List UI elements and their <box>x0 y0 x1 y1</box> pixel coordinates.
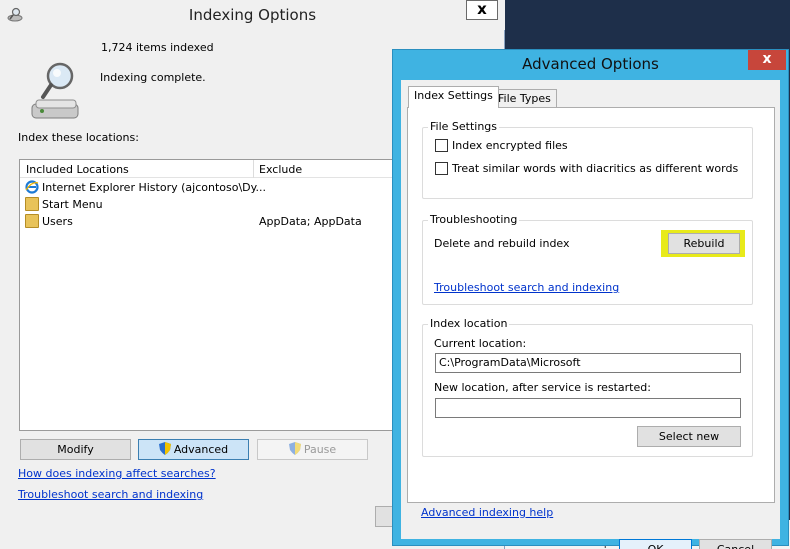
diacritics-label[interactable]: Treat similar words with diacritics as d… <box>452 162 738 175</box>
location-name: Users <box>42 215 73 228</box>
new-location-field[interactable] <box>435 398 741 418</box>
rebuild-button[interactable]: Rebuild <box>668 233 740 254</box>
tab-file-types[interactable]: File Types <box>492 89 557 109</box>
location-exclude: AppData; AppData <box>259 215 362 228</box>
location-name: Internet Explorer History (ajcontoso\Dy.… <box>42 181 267 194</box>
index-location-legend: Index location <box>428 317 510 330</box>
locations-list[interactable]: Included Locations Exclude Internet Expl… <box>19 159 420 431</box>
index-location-group: Index location Current location: C:\Prog… <box>422 317 753 457</box>
advanced-button-label: Advanced <box>173 443 229 456</box>
file-settings-group: File Settings Index encrypted files Trea… <box>422 120 753 199</box>
modify-button[interactable]: Modify <box>20 439 131 460</box>
current-location-label: Current location: <box>434 337 527 350</box>
dialog-title: Advanced Options <box>522 55 659 73</box>
diacritics-checkbox[interactable] <box>435 162 448 175</box>
indexing-drive-icon <box>31 62 79 119</box>
location-name: Start Menu <box>42 198 103 211</box>
how-indexing-affects-link[interactable]: How does indexing affect searches? <box>18 467 216 480</box>
index-encrypted-label[interactable]: Index encrypted files <box>452 139 568 152</box>
new-location-label: New location, after service is restarted… <box>434 381 651 394</box>
cancel-button[interactable]: Cancel <box>699 539 772 549</box>
tab-index-settings[interactable]: Index Settings <box>408 86 499 108</box>
column-divider[interactable] <box>253 160 254 178</box>
folder-icon <box>25 214 39 228</box>
troubleshooting-group: Troubleshooting Delete and rebuild index… <box>422 213 753 305</box>
troubleshoot-link[interactable]: Troubleshoot search and indexing <box>18 488 203 501</box>
column-header-included[interactable]: Included Locations <box>26 163 129 176</box>
current-location-field[interactable]: C:\ProgramData\Microsoft <box>435 353 741 373</box>
column-header-exclude[interactable]: Exclude <box>259 163 302 176</box>
location-row[interactable]: Internet Explorer History (ajcontoso\Dy.… <box>20 179 420 196</box>
delete-rebuild-label: Delete and rebuild index <box>434 237 570 250</box>
advanced-button[interactable]: Advanced <box>138 439 249 460</box>
pause-button[interactable]: Pause <box>257 439 368 460</box>
dialog-client-area: Index Settings File Types File Settings … <box>401 80 780 549</box>
locations-list-header: Included Locations Exclude <box>20 160 420 178</box>
folder-icon <box>25 197 39 211</box>
advanced-options-dialog: Advanced Options x Index Settings File T… <box>392 49 789 549</box>
select-new-button[interactable]: Select new <box>637 426 741 447</box>
indexing-options-titlebar[interactable]: Indexing Options x <box>0 0 505 30</box>
index-encrypted-checkbox[interactable] <box>435 139 448 152</box>
location-row[interactable]: Users AppData; AppData <box>20 213 420 230</box>
file-settings-legend: File Settings <box>428 120 500 133</box>
window-title: Indexing Options <box>188 6 317 24</box>
index-settings-panel: File Settings Index encrypted files Trea… <box>407 107 775 503</box>
shield-icon <box>288 442 301 455</box>
troubleshooting-legend: Troubleshooting <box>428 213 520 226</box>
dialog-close-button[interactable]: x <box>748 50 786 70</box>
location-row[interactable]: Start Menu <box>20 196 420 213</box>
rebuild-highlight: Rebuild <box>661 230 745 257</box>
indexing-status: Indexing complete. <box>100 71 206 84</box>
shield-icon <box>158 442 171 455</box>
locations-label: Index these locations: <box>18 131 139 144</box>
pause-button-label: Pause <box>303 443 337 456</box>
close-button[interactable]: x <box>466 0 498 20</box>
advanced-indexing-help-link[interactable]: Advanced indexing help <box>421 506 553 519</box>
ie-icon <box>25 180 39 194</box>
ok-button[interactable]: OK <box>619 539 692 549</box>
troubleshoot-search-link[interactable]: Troubleshoot search and indexing <box>434 281 619 294</box>
items-indexed-count: 1,724 items indexed <box>101 41 214 54</box>
